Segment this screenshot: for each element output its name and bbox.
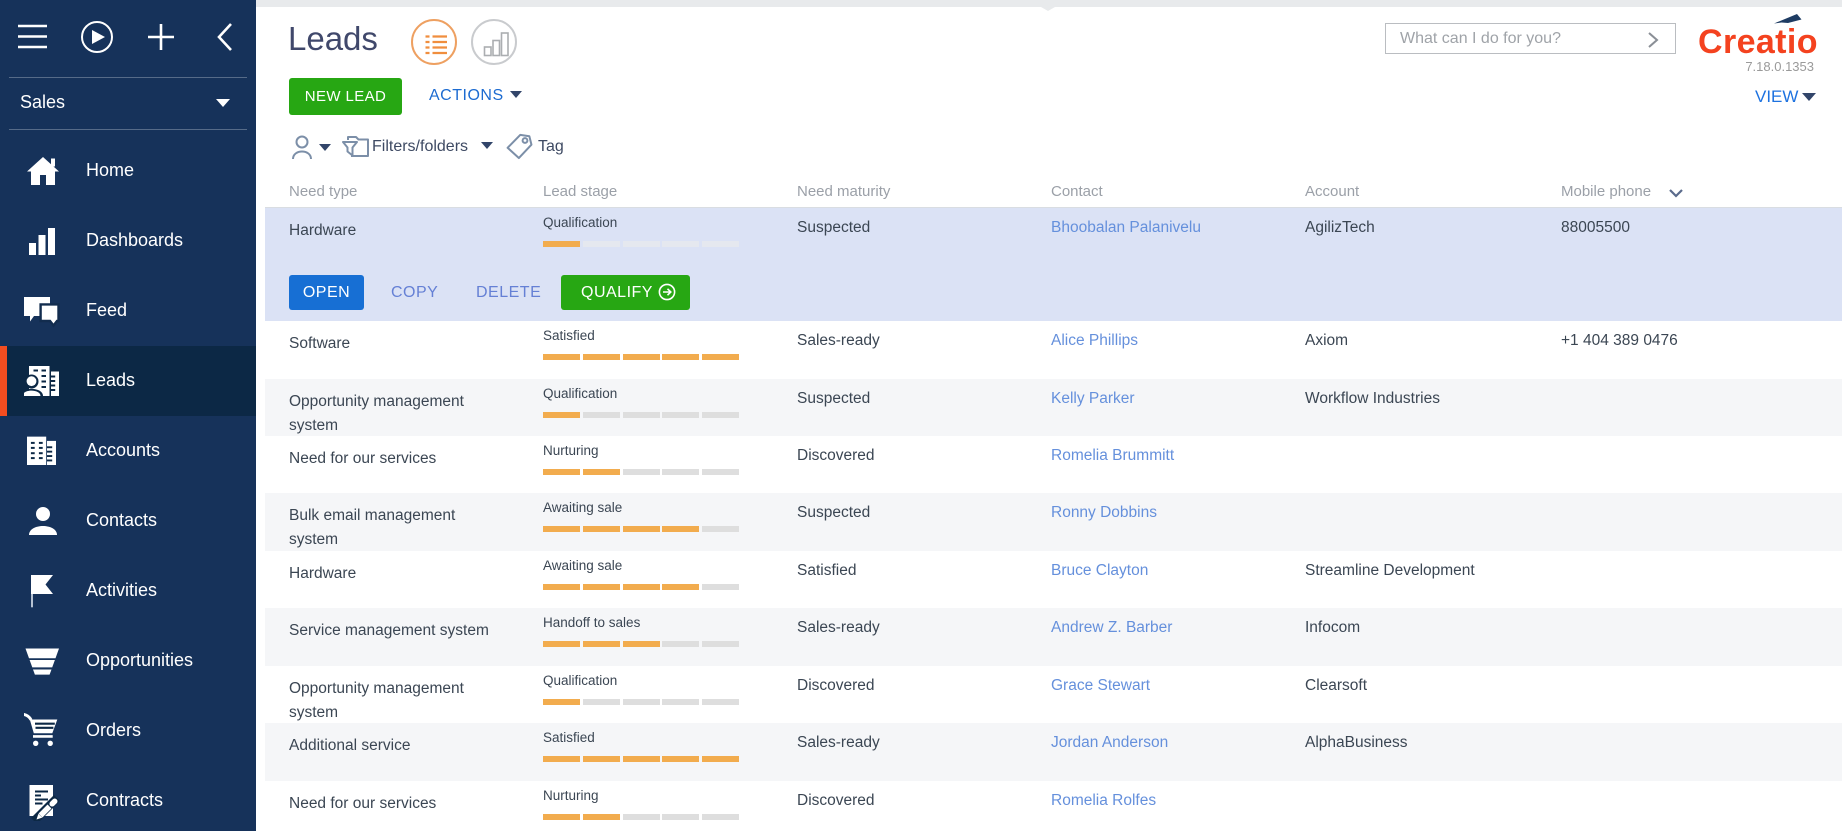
svg-text:Creatio: Creatio xyxy=(1698,23,1817,60)
